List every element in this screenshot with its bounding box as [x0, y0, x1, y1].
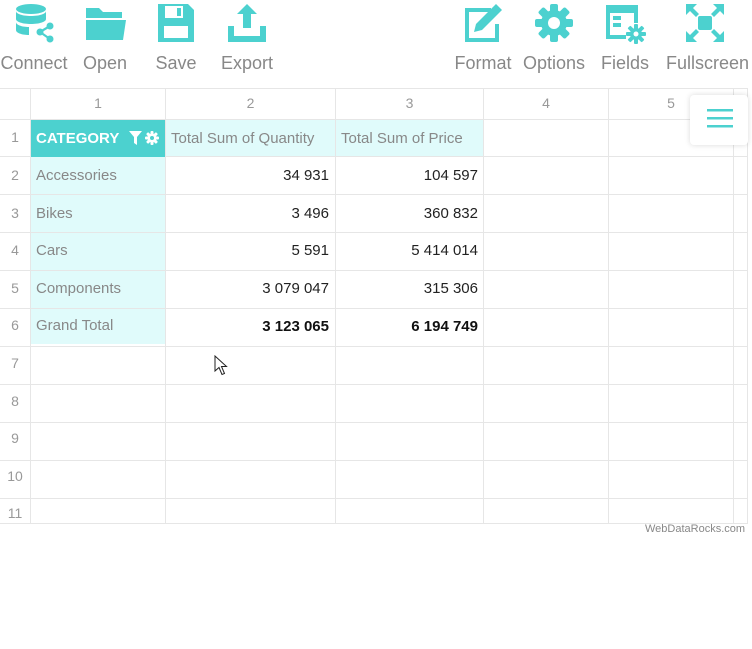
connect-button[interactable]: Connect: [0, 0, 72, 80]
connect-icon: [16, 4, 54, 43]
export-icon: [228, 4, 266, 42]
grid-line: [608, 88, 609, 524]
grand-total-quantity[interactable]: 3 123 065: [166, 318, 329, 335]
grid-line: [733, 88, 734, 524]
grid-line: [0, 498, 748, 499]
options-button[interactable]: Options: [516, 0, 592, 80]
grid-line: [0, 523, 748, 524]
pivot-grid: 1 2 3 4 5 1 2 3 4 5 6 7 8 9 10 11 CATEGO…: [0, 88, 748, 524]
category-header-label: CATEGORY: [36, 130, 120, 147]
measure-header-price[interactable]: Total Sum of Price: [341, 130, 463, 147]
fullscreen-label: Fullscreen: [666, 53, 750, 73]
row-label[interactable]: Accessories: [36, 167, 117, 184]
grid-line: [747, 88, 748, 524]
row-label[interactable]: Cars: [36, 242, 68, 259]
grand-total-label[interactable]: Grand Total: [36, 317, 113, 334]
grid-line: [0, 270, 748, 271]
connect-label: Connect: [0, 53, 68, 73]
open-button[interactable]: Open: [67, 0, 143, 80]
column-header[interactable]: 3: [336, 88, 483, 120]
quantity-cell[interactable]: 3 496: [166, 205, 329, 222]
fullscreen-icon: [686, 4, 724, 42]
folder-icon: [86, 8, 126, 40]
row-header[interactable]: 3: [0, 205, 30, 221]
filter-icon[interactable]: [129, 131, 142, 145]
export-button[interactable]: Export: [209, 0, 285, 80]
format-button[interactable]: Format: [445, 0, 521, 80]
price-cell[interactable]: 104 597: [336, 167, 478, 184]
grid-line: [0, 346, 748, 347]
column-header[interactable]: 4: [484, 88, 608, 120]
format-icon: [465, 4, 502, 42]
brand-link[interactable]: WebDataRocks.com: [645, 523, 745, 535]
quantity-cell[interactable]: 34 931: [166, 167, 329, 184]
row-header[interactable]: 9: [0, 430, 30, 446]
options-label: Options: [522, 53, 586, 73]
gear-icon: [535, 4, 573, 42]
row-header[interactable]: 8: [0, 393, 30, 409]
save-label: Save: [155, 53, 197, 73]
grid-line: [0, 422, 748, 423]
hamburger-icon: [707, 109, 733, 128]
row-header[interactable]: 10: [0, 468, 30, 484]
row-header[interactable]: 11: [0, 505, 30, 521]
grid-line: [0, 194, 748, 195]
grand-total-price[interactable]: 6 194 749: [336, 318, 478, 335]
price-cell[interactable]: 360 832: [336, 205, 478, 222]
row-header[interactable]: 7: [0, 355, 30, 371]
grid-line: [0, 232, 748, 233]
grid-line: [0, 308, 748, 309]
row-header[interactable]: 1: [0, 129, 30, 145]
grid-line: [0, 460, 748, 461]
measure-header-quantity[interactable]: Total Sum of Quantity: [171, 130, 314, 147]
category-header[interactable]: CATEGORY: [31, 120, 165, 157]
row-header[interactable]: 5: [0, 280, 30, 296]
export-label: Export: [220, 53, 274, 73]
save-button[interactable]: Save: [138, 0, 214, 80]
row-header[interactable]: 2: [0, 167, 30, 183]
gear-icon[interactable]: [145, 131, 159, 145]
menu-button[interactable]: [690, 95, 748, 145]
row-label[interactable]: Bikes: [36, 205, 73, 222]
open-label: Open: [82, 53, 128, 73]
quantity-cell[interactable]: 3 079 047: [166, 280, 329, 297]
save-icon: [158, 4, 194, 42]
toolbar: Connect Open Save Export Format Options …: [0, 0, 752, 88]
price-cell[interactable]: 315 306: [336, 280, 478, 297]
format-label: Format: [454, 53, 512, 73]
row-header[interactable]: 4: [0, 242, 30, 258]
grid-line: [165, 88, 166, 524]
price-cell[interactable]: 5 414 014: [336, 242, 478, 259]
column-header[interactable]: 2: [166, 88, 335, 120]
fields-button[interactable]: Fields: [587, 0, 663, 80]
row-header[interactable]: 6: [0, 317, 30, 333]
mouse-cursor-icon: [214, 355, 228, 376]
row-label[interactable]: Components: [36, 280, 121, 297]
column-header[interactable]: 1: [31, 88, 165, 120]
fields-icon: [606, 5, 646, 44]
grid-line: [0, 384, 748, 385]
fullscreen-button[interactable]: Fullscreen: [666, 0, 750, 80]
grid-line: [335, 88, 336, 524]
quantity-cell[interactable]: 5 591: [166, 242, 329, 259]
grid-line: [483, 88, 484, 524]
fields-label: Fields: [600, 53, 649, 73]
